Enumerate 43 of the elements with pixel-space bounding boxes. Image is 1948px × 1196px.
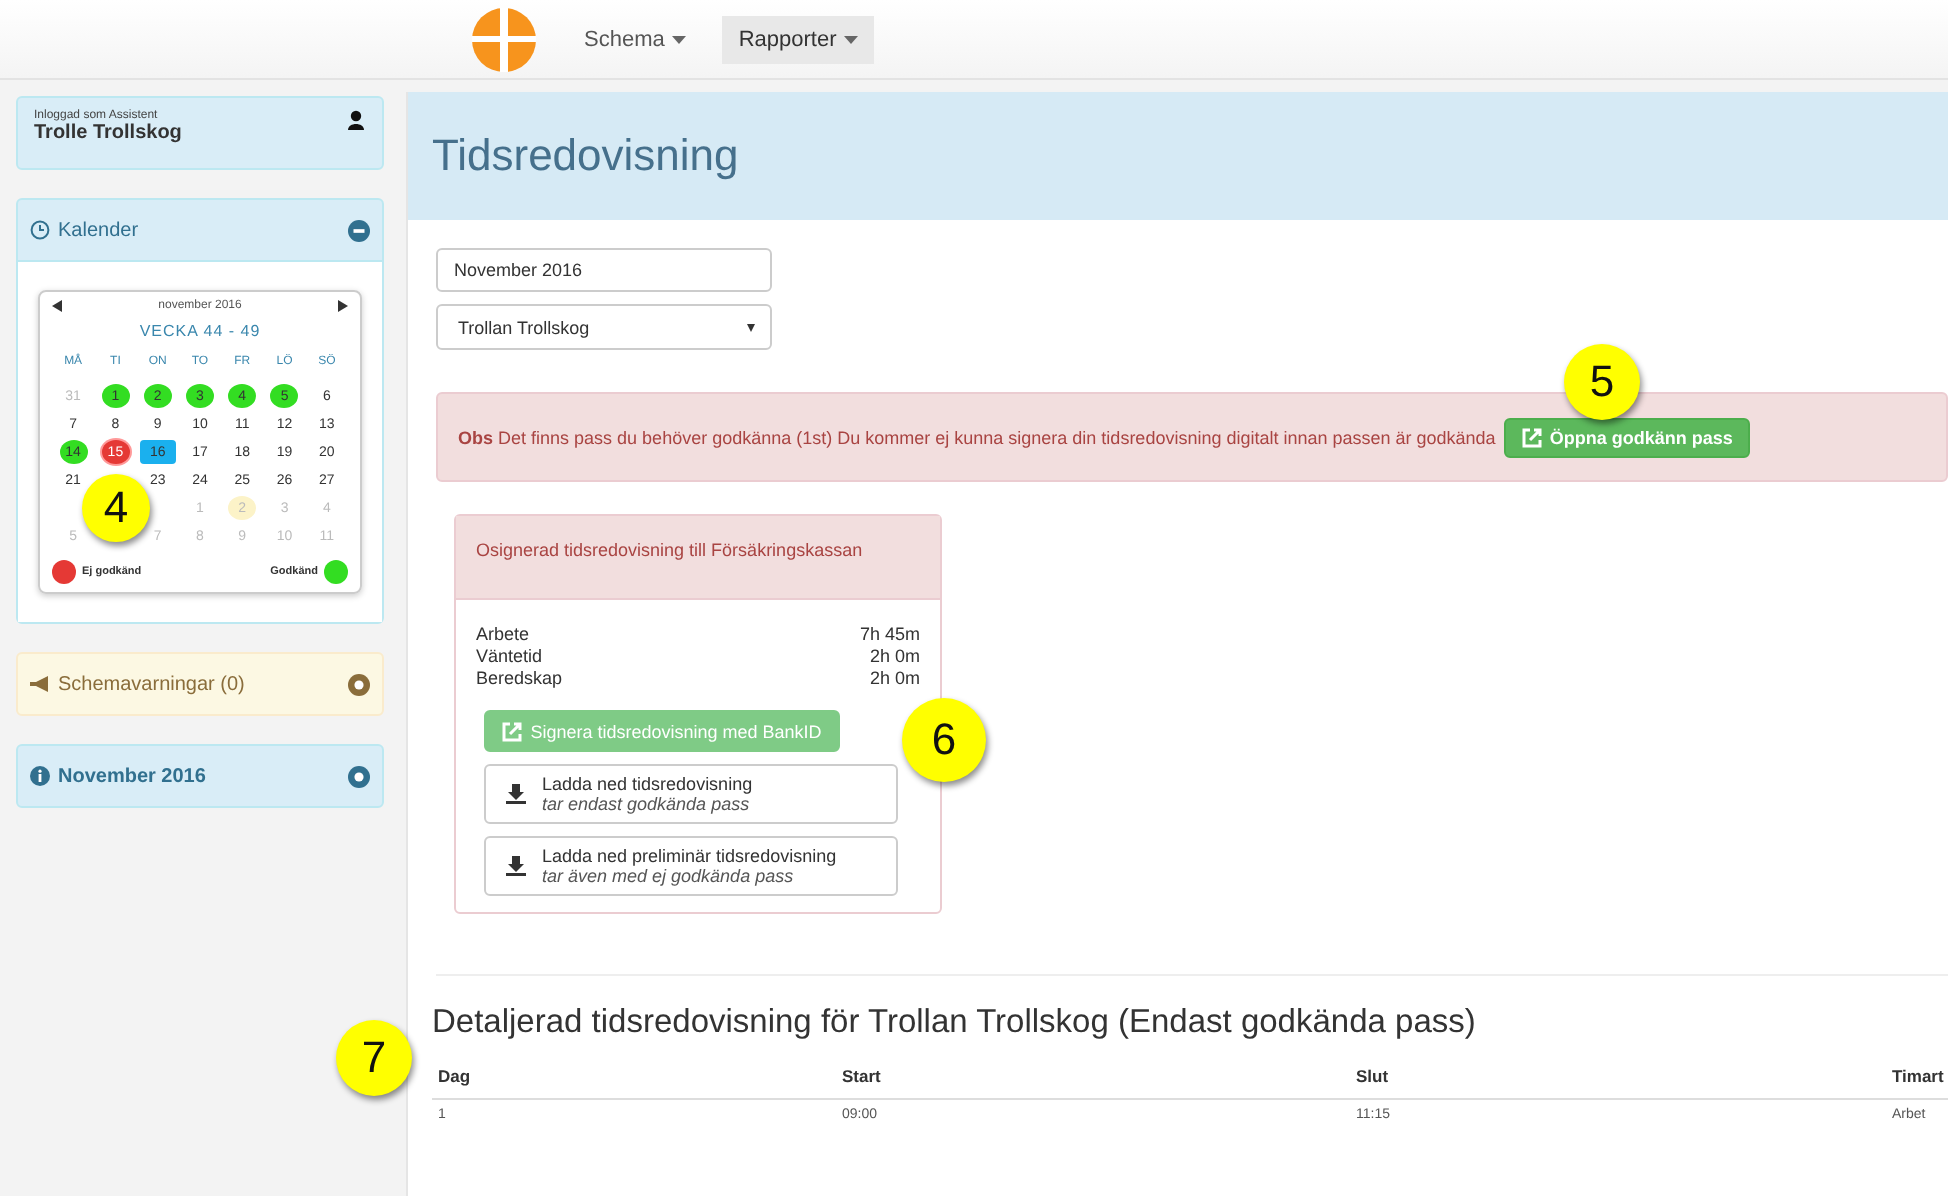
megaphone-icon (30, 674, 50, 694)
alert-message: Obs Det finns pass du behöver godkänna (1st) Du kommer ej kunna signera din tidsredovisning digitalt innan passen är godkända (458, 427, 1496, 447)
expand-icon[interactable] (348, 765, 370, 787)
caret-icon[interactable] (672, 35, 687, 43)
download-button[interactable]: Ladda ned tidsredovisning tar endast godkända pass (484, 764, 898, 824)
panel-title: Schemavarningar (0) (58, 673, 245, 695)
column-header: Dag (432, 1066, 836, 1100)
summary-label: Arbete (476, 624, 530, 646)
page-title: Tidsredovisning (432, 130, 739, 182)
section-heading: Detaljerad tidsredovisning för Trollan Trollskog (Endast godkända pass) (432, 1004, 1478, 1042)
warnings-panel[interactable]: Schemavarningar (0) (16, 652, 384, 716)
caret-icon[interactable] (744, 323, 758, 331)
next-icon[interactable] (335, 300, 348, 312)
week-range: VECKA 44 - 49 (137, 322, 263, 340)
panel-title: Kalender (58, 219, 139, 241)
info-panel[interactable]: November 2016 (16, 744, 384, 808)
user-name: Trolle Trollskog (34, 122, 182, 144)
summary-value: 2h 0m (869, 646, 920, 668)
info-icon (30, 766, 50, 786)
nav-menu[interactable]: Schema (568, 15, 703, 63)
step-marker: 7 (336, 1020, 412, 1096)
column-header: Timart (1886, 1066, 1948, 1100)
download-icon (506, 856, 526, 876)
summary-value: 7h 45m (859, 624, 920, 646)
summary-label: Beredskap (476, 668, 563, 690)
external-link-icon (502, 721, 523, 741)
download-icon (506, 784, 526, 804)
external-link-icon (1521, 427, 1542, 447)
card-title: Osignerad tidsredovisning till Försäkringskassan (476, 540, 863, 560)
summary-label: Väntetid (476, 646, 543, 668)
person-select[interactable]: Trollan Trollskog (436, 304, 772, 350)
expand-icon[interactable] (348, 673, 370, 695)
panel-title: November 2016 (58, 765, 206, 787)
clock-icon (30, 220, 50, 240)
nav-menu[interactable]: Rapporter (722, 15, 875, 63)
user-icon (346, 110, 366, 130)
collapse-icon[interactable] (348, 219, 370, 241)
summary-value: 2h 0m (869, 668, 920, 690)
column-header: Slut (1350, 1066, 1886, 1100)
download-button[interactable]: Ladda ned preliminär tidsredovisning tar även med ej godkända pass (484, 836, 898, 896)
column-header: Start (836, 1066, 1350, 1100)
previous-icon[interactable] (52, 300, 64, 312)
month-field[interactable]: November 2016 (436, 248, 772, 292)
